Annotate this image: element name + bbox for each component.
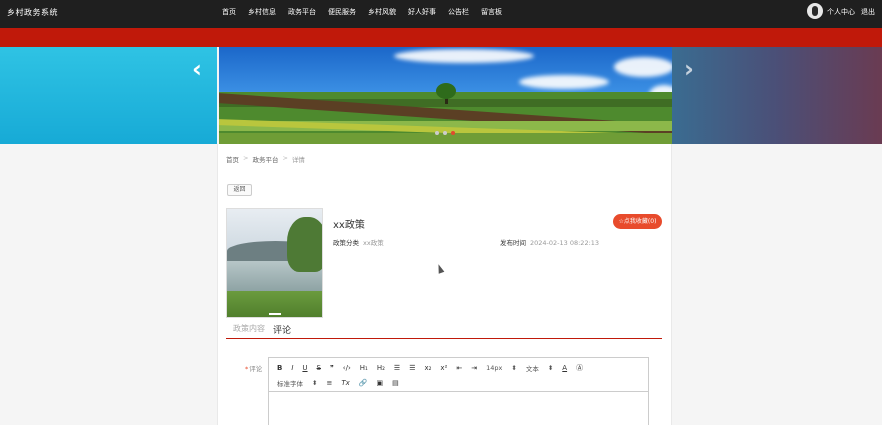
back-button[interactable]: 返回 xyxy=(227,184,252,196)
nav-item-home[interactable]: 首页 xyxy=(222,7,236,17)
editor-toolbar-row-2: 标准字体 ⬍ ≡ Tx 🔗 ▣ ▤ xyxy=(277,378,408,388)
category-value: xx政策 xyxy=(363,239,384,247)
carousel-main-image xyxy=(219,47,672,144)
font-size-select[interactable]: 14px xyxy=(486,364,502,372)
carousel-dot[interactable] xyxy=(435,131,439,135)
favorite-button[interactable]: ☆点我收藏(0) xyxy=(613,214,662,229)
tab-policy-content[interactable]: 政策内容 xyxy=(233,323,265,336)
nav-item-village-scenery[interactable]: 乡村风貌 xyxy=(368,7,396,17)
nav-item-message-board[interactable]: 留言板 xyxy=(481,7,502,17)
heading1-icon[interactable]: H₁ xyxy=(360,364,368,372)
carousel-prev-slide-preview xyxy=(0,47,217,144)
text-style-select[interactable]: 文本 xyxy=(526,363,539,373)
chevron-left-icon[interactable]: ‹ xyxy=(192,55,202,83)
comment-field-label: *评论 xyxy=(245,363,262,373)
banner-carousel: ‹ › xyxy=(0,47,882,144)
heading2-icon[interactable]: H₂ xyxy=(377,364,385,372)
breadcrumb-separator: > xyxy=(282,154,288,162)
blockquote-icon[interactable]: ❞ xyxy=(330,364,334,372)
user-center-link[interactable]: 个人中心 xyxy=(827,7,855,17)
nav-item-good-deeds[interactable]: 好人好事 xyxy=(408,7,436,17)
required-mark: * xyxy=(245,365,249,373)
italic-icon[interactable]: I xyxy=(291,364,293,372)
superscript-icon[interactable]: x² xyxy=(440,364,447,372)
carousel-next-slide-preview xyxy=(672,47,882,144)
main-nav: 首页 乡村信息 政务平台 便民服务 乡村风貌 好人好事 公告栏 留言板 xyxy=(222,7,514,17)
editor-toolbar-row-1: B I U S ❞ ‹/› H₁ H₂ ☰ ☰ x₂ x² ⇤ ⇥ 14px ⬍… xyxy=(277,363,592,373)
tab-comment[interactable]: 评论 xyxy=(273,323,291,336)
nav-item-government-platform[interactable]: 政务平台 xyxy=(288,7,316,17)
subscript-icon[interactable]: x₂ xyxy=(424,364,431,372)
clear-format-icon[interactable]: Tx xyxy=(341,379,349,387)
code-icon[interactable]: ‹/› xyxy=(343,364,351,372)
ordered-list-icon[interactable]: ☰ xyxy=(394,364,400,372)
editor-toolbar: B I U S ❞ ‹/› H₁ H₂ ☰ ☰ x₂ x² ⇤ ⇥ 14px ⬍… xyxy=(269,358,648,392)
carousel-dot-active[interactable] xyxy=(451,131,455,135)
font-family-select[interactable]: 标准字体 xyxy=(277,378,303,388)
indent-icon[interactable]: ⇥ xyxy=(471,364,477,372)
category-label: 政策分类 xyxy=(333,239,359,247)
image-icon[interactable]: ▣ xyxy=(376,379,383,387)
chevron-updown-icon[interactable]: ⬍ xyxy=(511,364,516,372)
breadcrumb: 首页 > 政务平台 > 详情 xyxy=(226,154,305,164)
nav-item-public-service[interactable]: 便民服务 xyxy=(328,7,356,17)
carousel-indicators xyxy=(435,131,459,135)
breadcrumb-separator: > xyxy=(243,154,249,162)
tab-underline xyxy=(226,338,662,339)
chevron-updown-icon[interactable]: ⬍ xyxy=(312,379,317,387)
outdent-icon[interactable]: ⇤ xyxy=(456,364,462,372)
comment-rich-text-editor[interactable]: B I U S ❞ ‹/› H₁ H₂ ☰ ☰ x₂ x² ⇤ ⇥ 14px ⬍… xyxy=(268,357,649,425)
video-icon[interactable]: ▤ xyxy=(392,379,399,387)
nav-item-village-info[interactable]: 乡村信息 xyxy=(248,7,276,17)
detail-tabs: 政策内容 评论 xyxy=(233,323,291,336)
strikethrough-icon[interactable]: S xyxy=(317,364,321,372)
policy-image xyxy=(226,208,323,318)
underline-icon[interactable]: U xyxy=(302,364,307,372)
carousel-dot[interactable] xyxy=(443,131,447,135)
breadcrumb-section[interactable]: 政务平台 xyxy=(252,154,278,164)
publish-time-value: 2024-02-13 08:22:13 xyxy=(530,239,600,247)
breadcrumb-home[interactable]: 首页 xyxy=(226,154,239,164)
chevron-right-icon[interactable]: › xyxy=(684,55,694,83)
comment-label-text: 评论 xyxy=(249,365,263,373)
accent-strip xyxy=(0,28,882,47)
nav-item-notice-board[interactable]: 公告栏 xyxy=(448,7,469,17)
logout-link[interactable]: 退出 xyxy=(861,7,875,17)
bullet-list-icon[interactable]: ☰ xyxy=(409,364,415,372)
align-icon[interactable]: ≡ xyxy=(326,379,332,387)
background-color-icon[interactable]: Ⓐ xyxy=(576,363,583,373)
site-title: 乡村政务系统 xyxy=(7,8,58,17)
link-icon[interactable]: 🔗 xyxy=(359,379,368,387)
font-color-icon[interactable]: A xyxy=(562,364,567,372)
policy-category: 政策分类 xx政策 xyxy=(333,237,384,247)
chevron-updown-icon[interactable]: ⬍ xyxy=(548,364,553,372)
top-navbar: 乡村政务系统 首页 乡村信息 政务平台 便民服务 乡村风貌 好人好事 公告栏 留… xyxy=(0,0,882,28)
policy-publish-time: 发布时间 2024-02-13 08:22:13 xyxy=(500,237,599,247)
policy-title: xx政策 xyxy=(333,220,365,231)
avatar[interactable] xyxy=(807,3,823,19)
breadcrumb-current: 详情 xyxy=(291,156,305,164)
bold-icon[interactable]: B xyxy=(277,364,282,372)
publish-time-label: 发布时间 xyxy=(500,239,526,247)
